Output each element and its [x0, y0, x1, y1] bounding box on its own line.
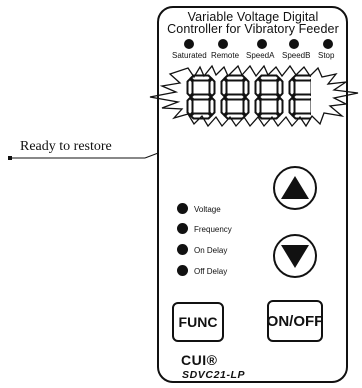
led-remote	[218, 39, 228, 49]
seven-segment-display	[186, 74, 311, 120]
display-digit	[186, 74, 216, 120]
status-label-stop: Stop	[318, 51, 335, 60]
led-saturated	[184, 39, 194, 49]
led-voltage	[177, 203, 188, 214]
mode-label-on-delay: On Delay	[194, 246, 228, 255]
status-label-speedb: SpeedB	[282, 51, 311, 60]
mode-label-voltage: Voltage	[194, 205, 221, 214]
down-arrow-icon	[281, 245, 309, 268]
led-speedb	[289, 39, 299, 49]
status-label-saturated: Saturated	[172, 51, 207, 60]
callout-text: Ready to restore	[20, 139, 112, 154]
func-button[interactable]: FUNC	[172, 302, 224, 342]
mode-label-off-delay: Off Delay	[194, 267, 228, 276]
func-button-label: FUNC	[178, 314, 218, 330]
model-number: SDVC21-LP	[182, 369, 246, 381]
brand-logo: CUI®	[181, 352, 218, 368]
led-on-delay	[177, 244, 188, 255]
led-frequency	[177, 223, 188, 234]
up-button[interactable]	[273, 166, 317, 210]
mode-label-frequency: Frequency	[194, 225, 232, 234]
display-digit	[254, 74, 284, 120]
title-line-2: Controller for Vibratory Feeder	[167, 22, 339, 36]
led-stop	[323, 39, 333, 49]
up-arrow-icon	[281, 176, 309, 199]
display-digit	[288, 74, 311, 120]
status-label-speeda: SpeedA	[246, 51, 275, 60]
onoff-button-label: ON/OFF	[266, 312, 324, 330]
down-button[interactable]	[273, 234, 317, 278]
status-label-remote: Remote	[211, 51, 240, 60]
led-off-delay	[177, 265, 188, 276]
display-digit	[220, 74, 250, 120]
led-speeda	[257, 39, 267, 49]
onoff-button[interactable]: ON/OFF	[267, 300, 323, 342]
